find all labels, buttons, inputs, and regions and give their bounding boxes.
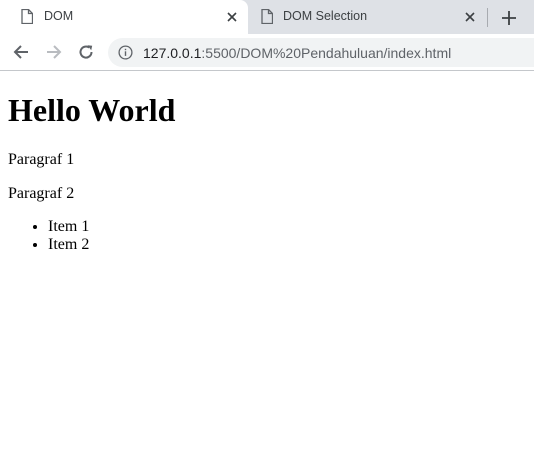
url-host: 127.0.0.1 [143,45,202,61]
reload-button[interactable] [74,40,98,64]
forward-button[interactable] [42,40,66,64]
list-item: Item 1 [48,218,89,236]
item-list: Item 1 Item 2 [8,218,89,254]
back-arrow-icon [13,45,28,59]
address-bar[interactable]: 127.0.0.1:5500/DOM%20Pendahuluan/index.h… [108,38,534,67]
tab-dom[interactable]: DOM [0,0,248,34]
tab-strip: DOM DOM Selection [0,0,534,34]
info-icon[interactable] [118,45,133,60]
paragraph-2: Paragraf 2 [8,185,75,202]
url-path: :5500/DOM%20Pendahuluan/index.html [201,45,452,61]
document-icon [21,9,33,24]
close-icon[interactable] [223,8,241,26]
page-content: Hello World Paragraf 1 Paragraf 2 Item 1… [0,71,534,462]
new-tab-button[interactable] [498,7,520,29]
paragraph-1: Paragraf 1 [8,151,75,168]
tab-dom-selection[interactable]: DOM Selection [248,0,488,34]
browser-toolbar: 127.0.0.1:5500/DOM%20Pendahuluan/index.h… [0,34,534,71]
reload-icon [79,45,93,59]
forward-arrow-icon [47,45,62,59]
back-button[interactable] [9,40,33,64]
list-item: Item 2 [48,236,89,254]
tab-title: DOM [44,9,74,23]
close-icon[interactable] [461,8,479,26]
tab-separator [487,8,488,27]
url-text[interactable]: 127.0.0.1:5500/DOM%20Pendahuluan/index.h… [143,45,451,61]
tab-title: DOM Selection [283,9,368,23]
document-icon [261,9,273,24]
page-heading: Hello World [8,92,176,128]
plus-icon [502,11,516,25]
